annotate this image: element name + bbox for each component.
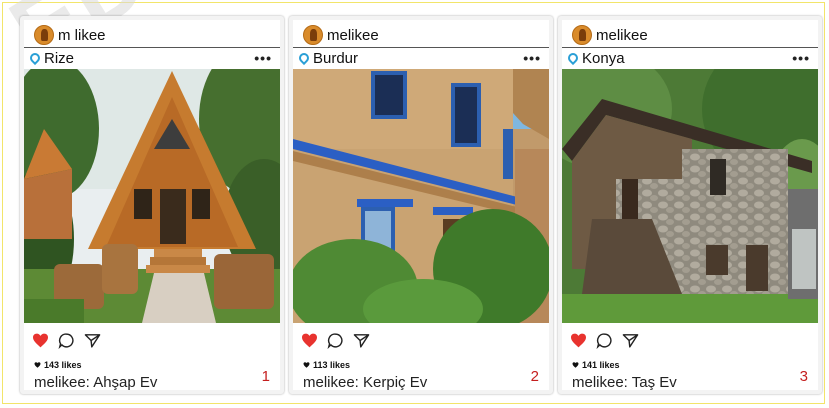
comment-icon[interactable] (327, 332, 344, 349)
post-caption: melikee: Ahşap Ev (34, 374, 158, 391)
location-label[interactable]: Rize (44, 50, 74, 67)
post-number: 2 (530, 368, 539, 385)
location-pin-icon (296, 50, 312, 66)
post-card-inner: m likee Rize ••• 143 likes melikee: Ahşa… (24, 20, 280, 391)
location-pin-icon (27, 50, 43, 66)
mini-heart-icon (34, 362, 41, 368)
heart-icon[interactable] (301, 333, 318, 348)
post-card-inner: melikee Konya ••• 141 likes melikee: Taş… (562, 20, 818, 391)
post-header: m likee (34, 24, 106, 46)
like-count[interactable]: 143 likes (34, 360, 82, 370)
post-card-2: melikee Burdur ••• 113 likes melikee: Ke… (289, 16, 553, 394)
post-caption: melikee: Taş Ev (572, 374, 677, 391)
post-card-inner: melikee Burdur ••• 113 likes melikee: Ke… (293, 20, 549, 391)
post-card-1: m likee Rize ••• 143 likes melikee: Ahşa… (20, 16, 284, 394)
avatar[interactable] (303, 25, 323, 45)
username[interactable]: melikee (327, 27, 379, 44)
location-label[interactable]: Burdur (313, 50, 358, 67)
post-number: 3 (799, 368, 808, 385)
send-icon[interactable] (84, 332, 101, 349)
more-dots-icon[interactable]: ••• (254, 50, 272, 66)
like-count-label: 141 likes (582, 360, 620, 370)
like-count[interactable]: 141 likes (572, 360, 620, 370)
post-photo-stone-house (562, 69, 818, 323)
more-dots-icon[interactable]: ••• (523, 50, 541, 66)
heart-icon[interactable] (570, 333, 587, 348)
like-count-label: 143 likes (44, 360, 82, 370)
action-bar (301, 332, 370, 349)
like-count[interactable]: 113 likes (303, 360, 350, 370)
send-icon[interactable] (353, 332, 370, 349)
avatar[interactable] (34, 25, 54, 45)
location-pin-icon (565, 50, 581, 66)
post-number: 1 (261, 368, 270, 385)
location-label[interactable]: Konya (582, 50, 625, 67)
mini-heart-icon (303, 362, 310, 368)
post-card-3: melikee Konya ••• 141 likes melikee: Taş… (558, 16, 822, 394)
post-photo-adobe-house (293, 69, 549, 323)
location-row: Rize (27, 48, 74, 68)
action-bar (32, 332, 101, 349)
mini-heart-icon (572, 362, 579, 368)
username[interactable]: melikee (596, 27, 648, 44)
comment-icon[interactable] (58, 332, 75, 349)
avatar[interactable] (572, 25, 592, 45)
comment-icon[interactable] (596, 332, 613, 349)
location-row: Konya (565, 48, 625, 68)
more-dots-icon[interactable]: ••• (792, 50, 810, 66)
send-icon[interactable] (622, 332, 639, 349)
username[interactable]: m likee (58, 27, 106, 44)
post-caption: melikee: Kerpiç Ev (303, 374, 428, 391)
action-bar (570, 332, 639, 349)
post-header: melikee (303, 24, 379, 46)
post-header: melikee (572, 24, 648, 46)
like-count-label: 113 likes (313, 360, 351, 370)
post-photo-wooden-house (24, 69, 280, 323)
location-row: Burdur (296, 48, 358, 68)
heart-icon[interactable] (32, 333, 49, 348)
